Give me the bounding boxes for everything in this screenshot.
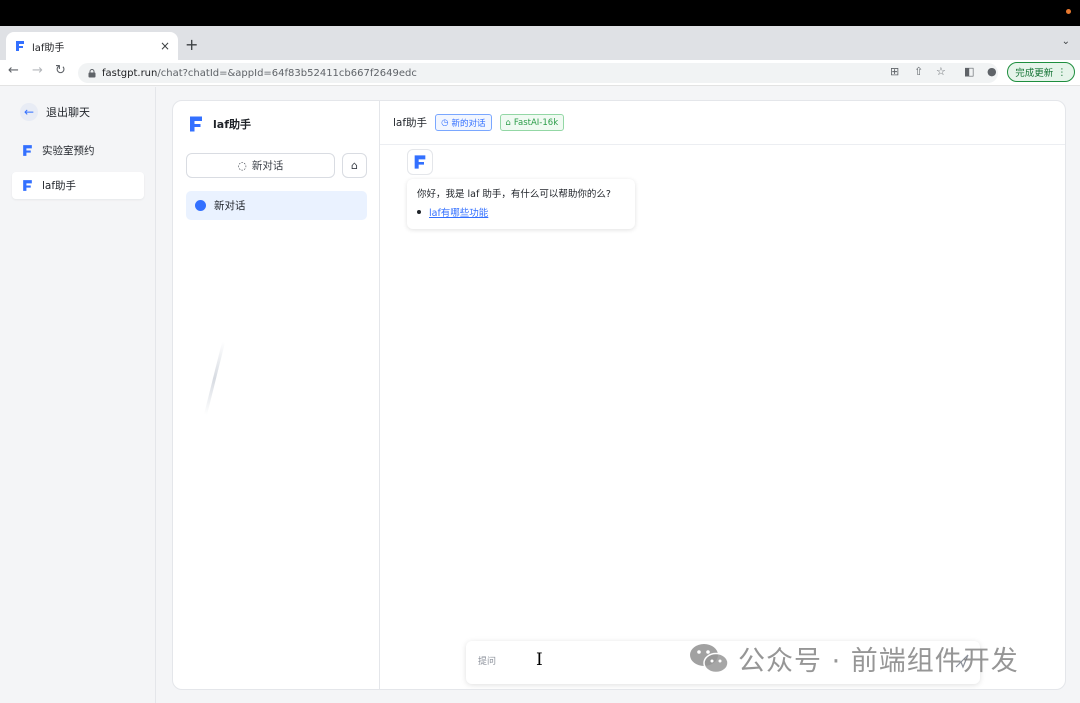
welcome-text: 你好，我是 laf 助手，有什么可以帮助你的么? <box>417 189 611 200</box>
broom-icon: ⌂ <box>351 159 358 172</box>
new-chat-label: 新对话 <box>251 160 284 172</box>
share-icon[interactable]: ⇧ <box>914 65 923 78</box>
back-arrow-icon: ← <box>20 103 38 121</box>
reload-icon[interactable]: ↻ <box>55 63 66 78</box>
suggestion-link[interactable]: laf有哪些功能 <box>429 205 488 219</box>
exit-chat-label: 退出聊天 <box>46 106 90 119</box>
exit-chat-button[interactable]: ← 退出聊天 <box>20 103 90 121</box>
bookmark-star-icon[interactable]: ☆ <box>936 65 946 78</box>
sidebar-item-laf-assistant[interactable]: laf助手 <box>12 172 144 199</box>
history-item-label: 新对话 <box>214 200 246 212</box>
new-chat-tag: ◷ 新的对话 <box>435 114 492 131</box>
tab-title: laf助手 <box>32 42 65 54</box>
address-bar: ← → ↻ fastgpt.run/chat?chatId=&appId=64f… <box>0 60 1080 86</box>
input-placeholder: 提问 <box>478 657 497 667</box>
divider-stroke <box>203 341 226 416</box>
bullet <box>417 210 421 214</box>
watermark-text: 公众号 · 前端组件开发 <box>738 645 1019 677</box>
bot-avatar <box>407 149 433 175</box>
side-panel-icon[interactable]: ◧ <box>964 65 974 78</box>
chat-card: laf助手 ◌ 新对话 ⌂ 新对话 laf助手 ◷ 新的对话 ⌂ FastAI-… <box>172 100 1066 690</box>
url-path: /chat?chatId=&appId=64f83b52411cb667f264… <box>157 67 417 79</box>
chat-icon <box>195 200 206 211</box>
fastgpt-logo-icon <box>414 155 426 169</box>
fastgpt-logo-icon <box>16 41 24 51</box>
model-icon: ⌂ <box>505 117 511 128</box>
watermark: 公众号 · 前端组件开发 <box>688 638 1019 678</box>
clock-icon: ◷ <box>441 117 449 128</box>
model-tag-label: FastAI-16k <box>513 117 559 128</box>
fastgpt-logo-icon <box>190 116 202 132</box>
url-field[interactable]: fastgpt.run/chat?chatId=&appId=64f83b524… <box>78 63 998 83</box>
sidebar-item-label: 实验室预约 <box>42 145 95 157</box>
chat-panel: laf助手 ◷ 新的对话 ⌂ FastAI-16k 你好，我是 laf 助手，有… <box>380 101 1065 689</box>
new-chat-button[interactable]: ◌ 新对话 <box>186 153 335 178</box>
wechat-logo-icon <box>690 644 729 674</box>
update-button[interactable]: 完成更新 ⋮ <box>1007 62 1075 82</box>
new-chat-tag-label: 新的对话 <box>451 118 486 129</box>
browser-tab[interactable]: laf助手 × <box>6 32 178 60</box>
history-panel: laf助手 ◌ 新对话 ⌂ 新对话 <box>173 101 380 689</box>
fastgpt-logo-icon <box>23 145 32 156</box>
text-cursor-icon: I <box>536 650 543 670</box>
new-tab-button[interactable]: + <box>185 35 198 54</box>
more-menu-icon: ⋮ <box>1057 66 1067 78</box>
history-header: laf助手 <box>187 115 251 133</box>
app-sidebar: ← 退出聊天 实验室预约 laf助手 <box>0 87 156 703</box>
recording-dot-icon <box>1066 9 1071 14</box>
update-button-label: 完成更新 <box>1015 68 1054 79</box>
system-top-bar <box>0 0 1080 26</box>
translate-icon[interactable]: ⊞ <box>890 65 899 78</box>
chat-header: laf助手 ◷ 新的对话 ⌂ FastAI-16k <box>380 101 1065 145</box>
tab-strip: laf助手 × + ⌄ <box>0 26 1080 60</box>
model-tag: ⌂ FastAI-16k <box>499 114 565 131</box>
history-item[interactable]: 新对话 <box>186 191 367 220</box>
tab-search-icon[interactable]: ⌄ <box>1062 36 1070 47</box>
back-arrow-icon[interactable]: ← <box>8 63 19 78</box>
profile-icon[interactable]: ● <box>987 65 997 78</box>
suggestion-row: laf有哪些功能 <box>417 205 625 219</box>
sidebar-item-lab-booking[interactable]: 实验室预约 <box>12 137 144 164</box>
forward-arrow-icon[interactable]: → <box>32 63 43 78</box>
chat-title: laf助手 <box>393 117 428 129</box>
app-name: laf助手 <box>213 118 251 131</box>
tab-close-icon[interactable]: × <box>160 39 170 53</box>
url-host: fastgpt.run <box>102 67 158 79</box>
sidebar-item-label: laf助手 <box>42 180 77 192</box>
fastgpt-logo-icon <box>23 180 32 191</box>
bot-message: 你好，我是 laf 助手，有什么可以帮助你的么? laf有哪些功能 <box>407 179 635 229</box>
chat-bubble-icon: ◌ <box>237 159 247 172</box>
clear-history-button[interactable]: ⌂ <box>342 153 367 178</box>
lock-icon <box>88 68 96 77</box>
